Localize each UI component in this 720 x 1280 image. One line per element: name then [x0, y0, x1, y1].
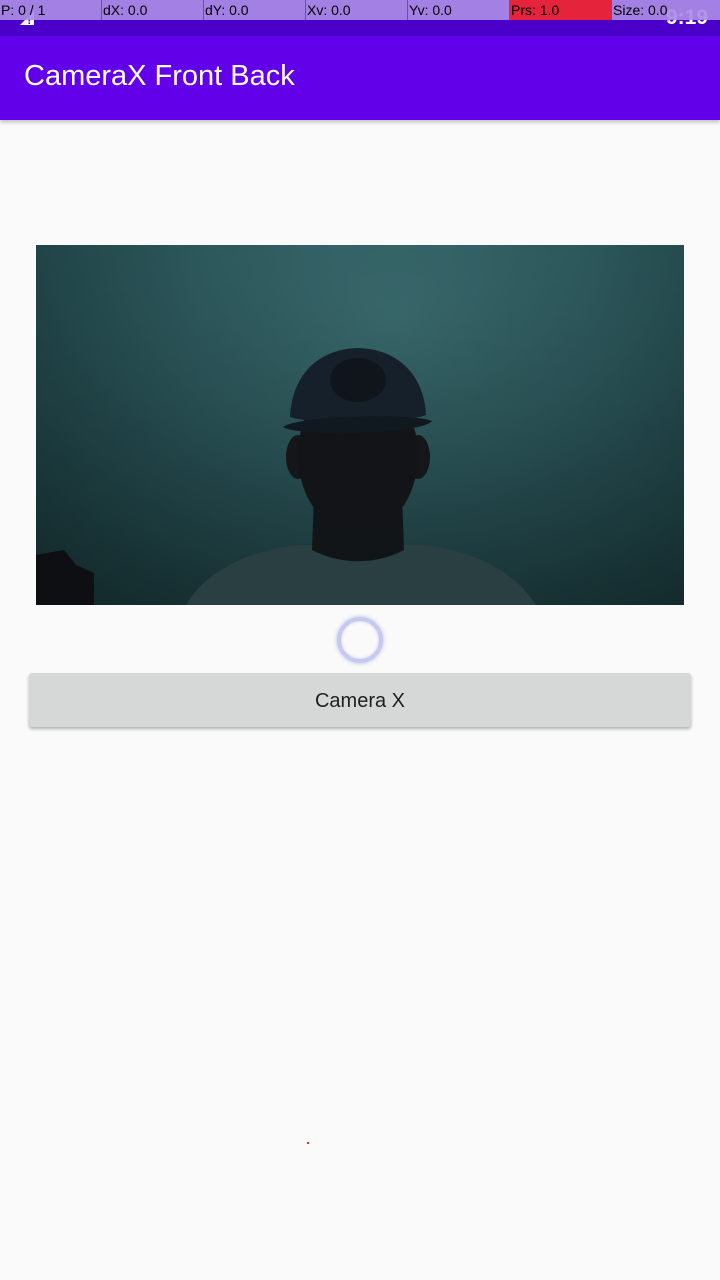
pointer-dy: dY: 0.0	[204, 0, 306, 20]
app-bar: CameraX Front Back	[0, 36, 720, 120]
pointer-dx: dX: 0.0	[102, 0, 204, 20]
pointer-xv: Xv: 0.0	[306, 0, 408, 20]
pointer-size: Size: 0.0	[612, 0, 720, 20]
camera-preview-image	[36, 245, 684, 605]
pointer-pressure: Prs: 1.0	[510, 0, 612, 20]
touch-indicator	[307, 1142, 309, 1144]
pointer-location-overlay: P: 0 / 1 dX: 0.0 dY: 0.0 Xv: 0.0 Yv: 0.0…	[0, 0, 720, 20]
loading-spinner-icon	[337, 617, 383, 663]
page-title: CameraX Front Back	[24, 60, 295, 92]
camera-preview	[36, 245, 684, 605]
pointer-count: P: 0 / 1	[0, 0, 102, 20]
camera-x-button[interactable]: Camera X	[29, 673, 691, 727]
pointer-yv: Yv: 0.0	[408, 0, 510, 20]
